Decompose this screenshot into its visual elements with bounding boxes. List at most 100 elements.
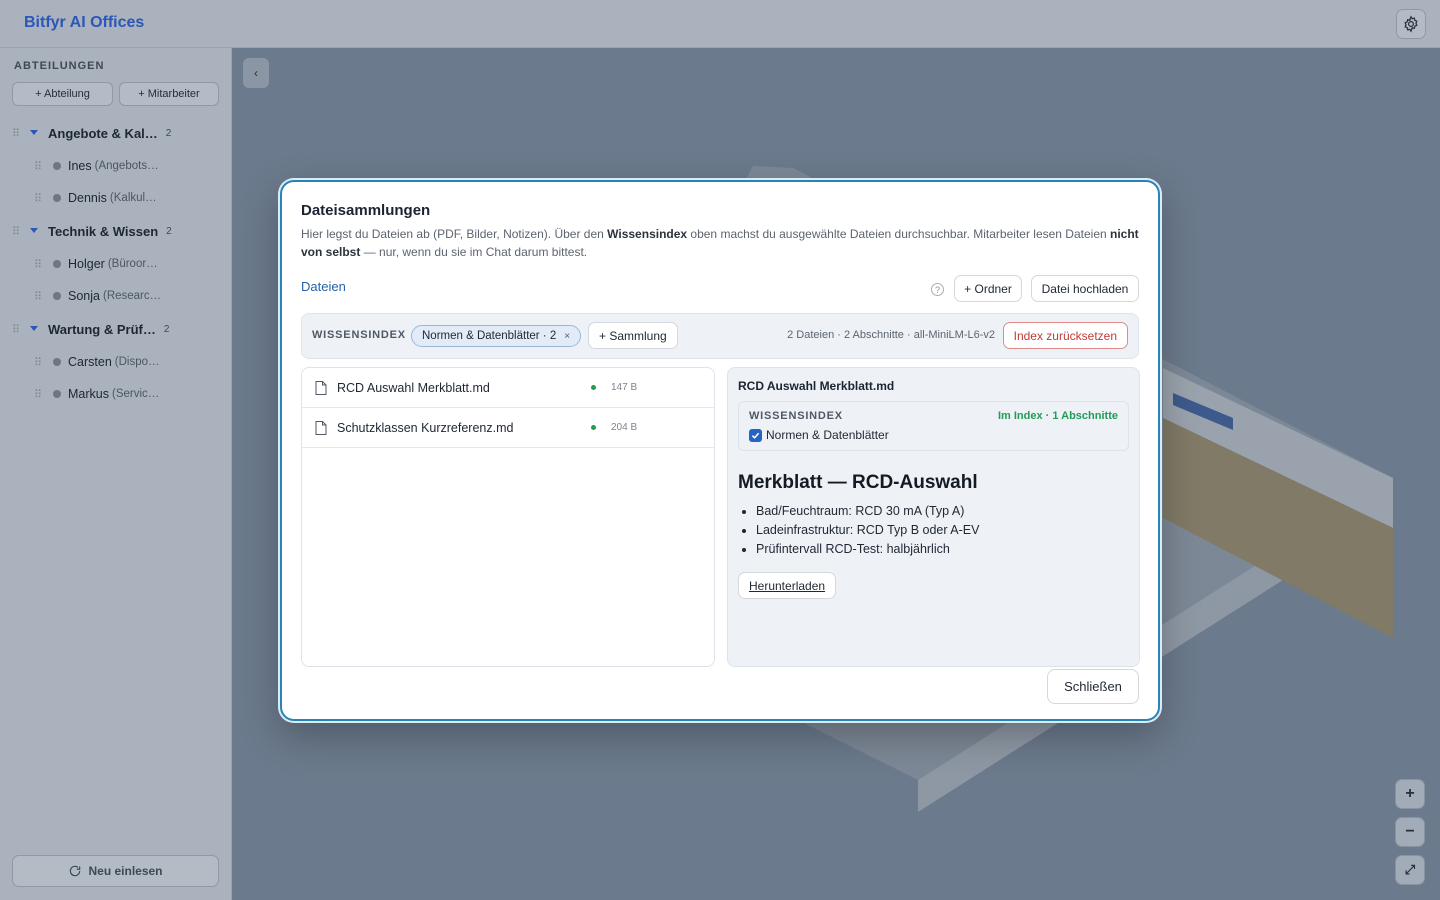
status-dot — [53, 358, 61, 366]
chevron-down-icon[interactable] — [30, 128, 40, 138]
employee-role: (Servic… — [111, 388, 160, 400]
collection-checkbox[interactable] — [749, 428, 762, 442]
file-icon — [315, 380, 327, 395]
refresh-icon — [70, 865, 81, 877]
employee-role: (Büroor… — [107, 258, 158, 270]
drag-handle-icon[interactable]: ⠿ — [12, 127, 28, 140]
app-title: Bitfyr AI Offices — [24, 14, 145, 31]
collection-checkbox-label: Normen & Datenblätter — [766, 428, 889, 442]
zoom-in-button[interactable]: + — [1395, 779, 1425, 809]
index-stats: 2 Dateien · 2 Abschnitte · all-MiniLM-L6… — [787, 329, 995, 341]
drag-handle-icon[interactable]: ⠿ — [34, 258, 48, 271]
drag-handle-icon[interactable]: ⠿ — [34, 192, 48, 205]
preview-heading: Merkblatt — RCD-Auswahl — [738, 472, 978, 493]
desc-text: Hier legst du Dateien ab (PDF, Bilder, N… — [301, 227, 608, 241]
chip-label: Normen & Datenblätter · 2 — [422, 330, 557, 342]
help-icon[interactable]: ? — [931, 283, 944, 296]
department-row[interactable]: ⠿ Angebote & Kal… 2 — [0, 121, 232, 145]
upload-file-button[interactable]: Datei hochladen — [1031, 275, 1139, 302]
drag-handle-icon[interactable]: ⠿ — [34, 356, 48, 369]
file-size: 147 B — [611, 382, 638, 393]
fit-view-button[interactable]: ⤢ — [1395, 855, 1425, 885]
employee-role: (Researc… — [102, 290, 162, 302]
department-count: 2 — [165, 127, 172, 139]
file-size: 204 B — [611, 422, 638, 433]
department-row[interactable]: ⠿ Technik & Wissen 2 — [0, 219, 232, 243]
collapse-sidebar-button[interactable]: ‹ — [243, 58, 269, 88]
file-row[interactable]: RCD Auswahl Merkblatt.md 147 B — [302, 368, 714, 408]
employee-row[interactable]: ⠿ Ines (Angebots… — [0, 155, 232, 177]
preview-index-label: WISSENSINDEX — [749, 410, 843, 422]
checkmark-icon — [751, 432, 760, 439]
add-employee-button[interactable]: + Mitarbeiter — [119, 82, 219, 106]
employee-row[interactable]: ⠿ Dennis (Kalkul… — [0, 187, 232, 209]
employee-name: Holger — [68, 257, 105, 271]
knowledge-index-bar: WISSENSINDEX Normen & Datenblätter · 2 ×… — [301, 313, 1139, 359]
file-icon — [315, 420, 327, 435]
download-button[interactable]: Herunterladen — [738, 572, 837, 599]
desc-text: oben machst du ausgewählte Dateien durch… — [687, 227, 1110, 241]
chevron-left-icon: ‹ — [254, 66, 258, 80]
employee-name: Markus — [68, 387, 109, 401]
preview-bullet: Bad/Feuchtraum: RCD 30 mA (Typ A) — [756, 502, 979, 521]
department-name: Technik & Wissen — [48, 223, 159, 239]
file-list: RCD Auswahl Merkblatt.md 147 B Schutzkla… — [301, 367, 715, 667]
preview-index-status: Im Index · 1 Abschnitte — [997, 410, 1118, 422]
preview-file-title: RCD Auswahl Merkblatt.md — [738, 379, 895, 393]
drag-handle-icon[interactable]: ⠿ — [12, 225, 28, 238]
refresh-button[interactable]: Neu einlesen — [12, 855, 219, 887]
employee-row[interactable]: ⠿ Holger (Büroor… — [0, 253, 232, 275]
add-department-button[interactable]: + Abteilung — [12, 82, 113, 106]
drag-handle-icon[interactable]: ⠿ — [34, 290, 48, 303]
refresh-label: Neu einlesen — [88, 864, 163, 878]
top-bar: Bitfyr AI Offices — [0, 0, 1440, 48]
preview-index-box: WISSENSINDEX Im Index · 1 Abschnitte Nor… — [738, 401, 1129, 451]
zoom-out-button[interactable]: − — [1395, 817, 1425, 847]
tab-files[interactable]: Dateien — [301, 279, 346, 294]
employee-name: Dennis — [68, 191, 107, 205]
preview-bullet-list: Bad/Feuchtraum: RCD 30 mA (Typ A) Ladein… — [756, 502, 979, 559]
indexed-status-dot — [591, 425, 596, 430]
employee-row[interactable]: ⠿ Carsten (Dispo… — [0, 351, 232, 373]
department-name: Angebote & Kal… — [48, 125, 158, 141]
drag-handle-icon[interactable]: ⠿ — [12, 323, 28, 336]
drag-handle-icon[interactable]: ⠿ — [34, 388, 48, 401]
department-count: 2 — [166, 225, 172, 237]
close-icon[interactable]: × — [564, 331, 570, 342]
employee-role: (Dispo… — [114, 356, 160, 368]
desc-bold: Wissensindex — [607, 227, 688, 241]
settings-button[interactable] — [1396, 9, 1426, 39]
reset-index-button[interactable]: Index zurücksetzen — [1002, 322, 1128, 349]
new-folder-button[interactable]: + Ordner — [954, 275, 1022, 302]
add-collection-button[interactable]: + Sammlung — [588, 322, 678, 349]
collection-checkbox-row[interactable]: Normen & Datenblätter — [749, 428, 889, 442]
chevron-down-icon[interactable] — [30, 226, 40, 236]
close-button[interactable]: Schließen — [1047, 669, 1139, 704]
employee-row[interactable]: ⠿ Markus (Servic… — [0, 383, 232, 405]
collection-chip[interactable]: Normen & Datenblätter · 2 × — [411, 325, 582, 347]
employee-row[interactable]: ⠿ Sonja (Researc… — [0, 285, 232, 307]
department-count: 2 — [163, 323, 170, 335]
file-name: Schutzklassen Kurzreferenz.md — [337, 420, 514, 435]
preview-bullet: Ladeinfrastruktur: RCD Typ B oder A-EV — [756, 521, 979, 540]
employee-name: Sonja — [68, 289, 100, 303]
status-dot — [53, 194, 61, 202]
sidebar-heading: ABTEILUNGEN — [14, 60, 105, 72]
file-row[interactable]: Schutzklassen Kurzreferenz.md 204 B — [302, 408, 714, 448]
status-dot — [53, 292, 61, 300]
dialog-title: Dateisammlungen — [301, 202, 431, 219]
index-label: WISSENSINDEX — [312, 329, 406, 341]
employee-role: (Kalkul… — [109, 192, 157, 204]
employee-name: Ines — [68, 159, 92, 173]
file-collections-dialog: Dateisammlungen Hier legst du Dateien ab… — [280, 180, 1160, 721]
file-preview: RCD Auswahl Merkblatt.md WISSENSINDEX Im… — [727, 367, 1140, 667]
status-dot — [53, 260, 61, 268]
status-dot — [53, 390, 61, 398]
indexed-status-dot — [591, 385, 596, 390]
chevron-down-icon[interactable] — [30, 324, 40, 334]
drag-handle-icon[interactable]: ⠿ — [34, 160, 48, 173]
gear-icon — [1404, 15, 1418, 33]
department-row[interactable]: ⠿ Wartung & Prüf… 2 — [0, 317, 232, 341]
department-name: Wartung & Prüf… — [48, 321, 156, 337]
employee-name: Carsten — [68, 355, 112, 369]
